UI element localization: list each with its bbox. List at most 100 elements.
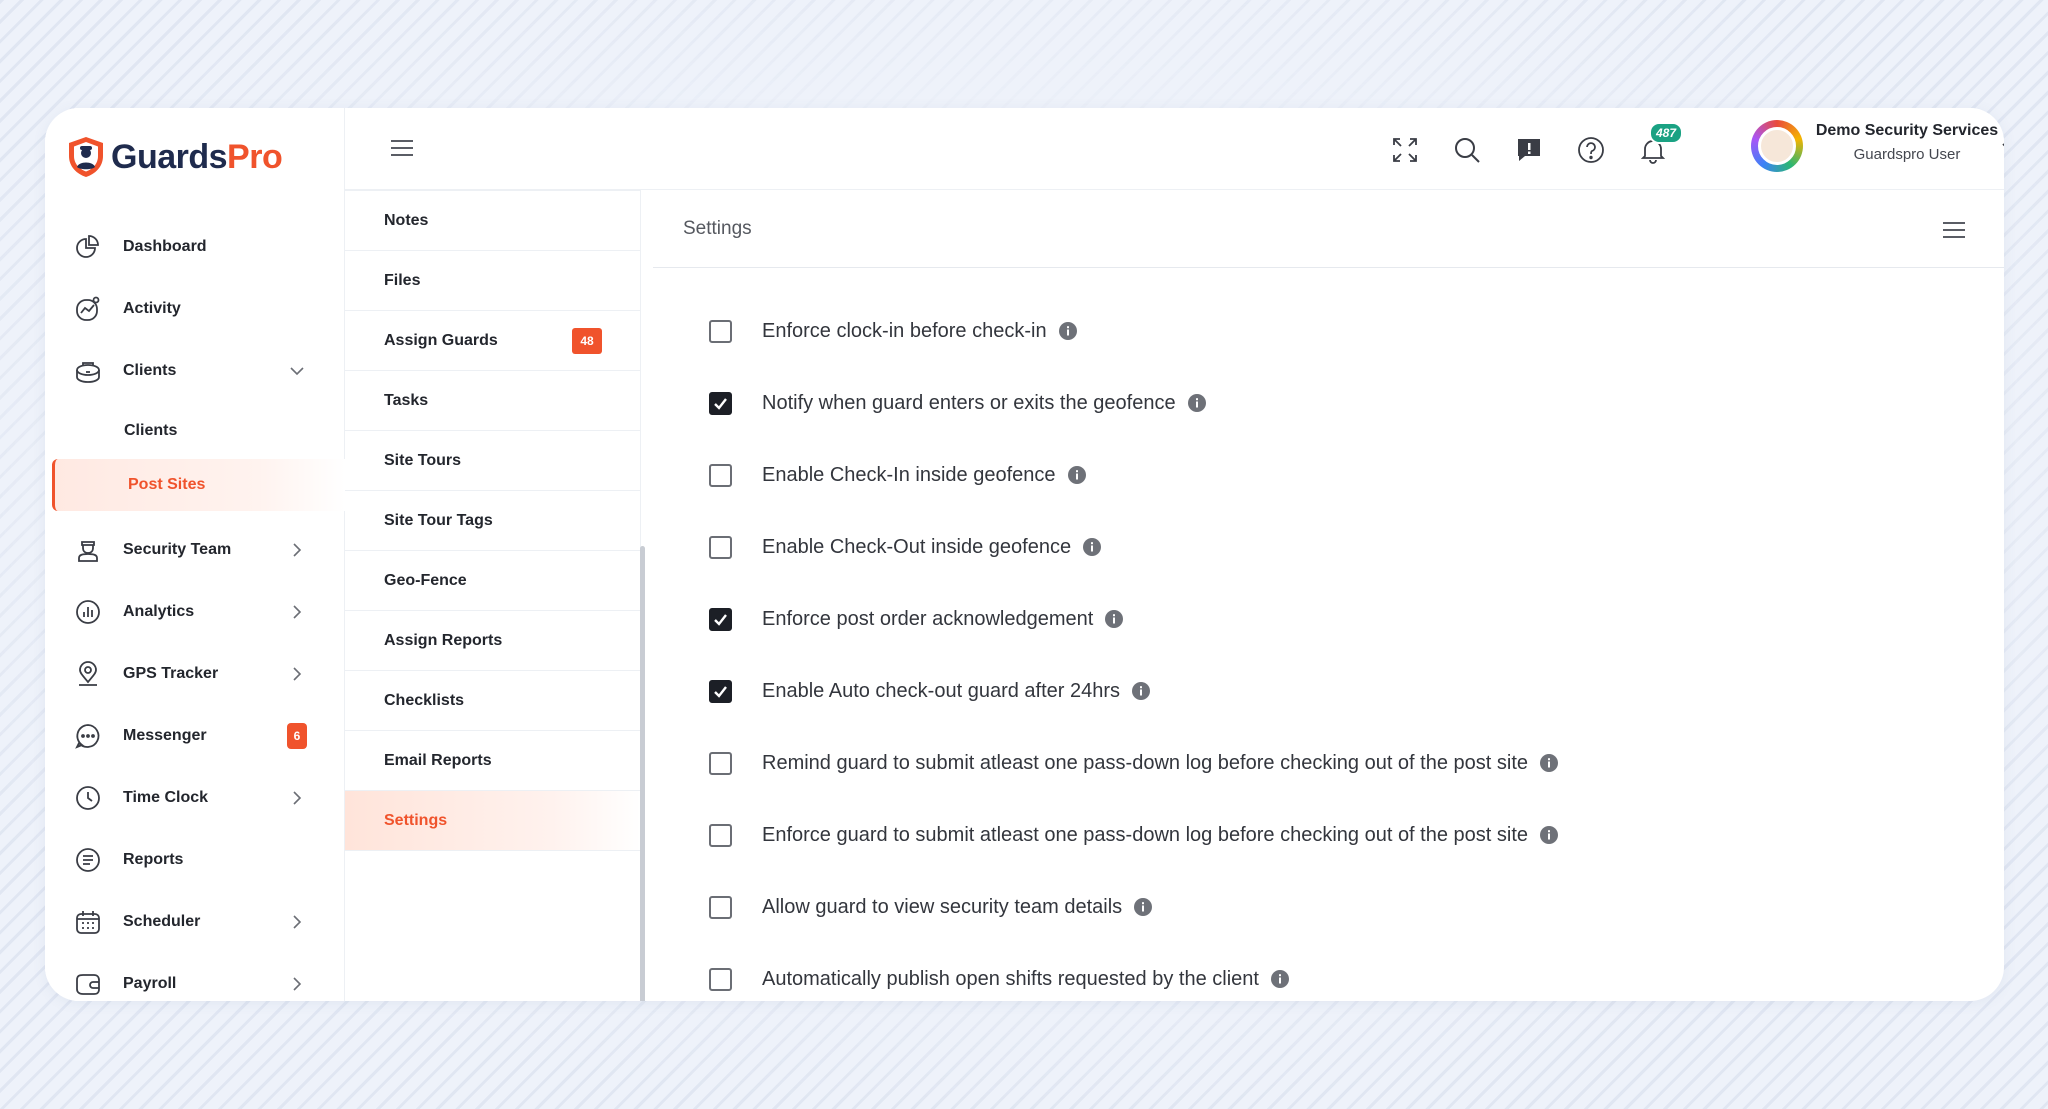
- avatar[interactable]: [1751, 120, 1803, 172]
- settings-header: Settings: [653, 190, 2004, 268]
- sidebar-item-gps-tracker[interactable]: GPS Tracker: [45, 643, 345, 705]
- info-icon[interactable]: [1058, 322, 1077, 340]
- sidebar-item-activity[interactable]: Activity: [45, 278, 345, 340]
- info-icon[interactable]: [1270, 970, 1289, 988]
- calendar-icon: [73, 907, 103, 937]
- setting-checkbox[interactable]: [709, 967, 732, 991]
- sidebar-item-reports[interactable]: Reports: [45, 829, 345, 891]
- sidebar-item-label: Messenger: [123, 727, 207, 744]
- info-icon[interactable]: [1134, 898, 1153, 916]
- guard-icon: [73, 535, 103, 565]
- sidebar-item-clients[interactable]: Clients: [45, 340, 345, 402]
- menu-icon[interactable]: [1942, 220, 1966, 240]
- info-icon[interactable]: [1083, 538, 1102, 556]
- sidebar-item-label: Reports: [123, 851, 184, 868]
- guard-shield-icon: [69, 137, 103, 177]
- subnav-item-geo-fence[interactable]: Geo-Fence: [345, 551, 641, 611]
- brand-name-part2: Pro: [227, 137, 283, 176]
- brand-logo[interactable]: GuardsPro: [67, 136, 283, 178]
- search-icon[interactable]: [1449, 132, 1485, 168]
- sidebar-item-messenger[interactable]: Messenger 6: [45, 705, 345, 767]
- page-title: Settings: [683, 218, 752, 239]
- sidebar-subitem-post-sites[interactable]: Post Sites: [52, 459, 345, 511]
- subnav-item-notes[interactable]: Notes: [345, 191, 641, 251]
- setting-row: Enforce post order acknowledgement: [653, 583, 2004, 655]
- setting-checkbox[interactable]: [709, 895, 732, 919]
- setting-checkbox-checked[interactable]: [709, 679, 732, 703]
- chevron-right-icon[interactable]: [288, 789, 306, 807]
- subnav-item-files[interactable]: Files: [345, 251, 641, 311]
- assign-guards-badge: 48: [572, 328, 602, 354]
- reports-icon: [73, 845, 103, 875]
- info-icon[interactable]: [1132, 682, 1151, 700]
- setting-label: Automatically publish open shifts reques…: [762, 967, 1259, 990]
- settings-panel: Settings Enforce clock-in before check-i…: [653, 190, 2004, 1001]
- info-icon[interactable]: [1540, 754, 1559, 772]
- subnav-item-settings[interactable]: Settings: [345, 791, 641, 851]
- sidebar-item-label: Clients: [123, 362, 177, 379]
- setting-checkbox[interactable]: [709, 463, 732, 487]
- user-menu[interactable]: Demo Security Services Guardspro User: [1811, 122, 2003, 163]
- setting-checkbox-checked[interactable]: [709, 607, 732, 631]
- app-window: GuardsPro Dashboard Activity Clients Cli…: [45, 108, 2004, 1001]
- subnav-scrollbar[interactable]: [640, 546, 645, 1001]
- subnav-item-label: Settings: [384, 811, 448, 829]
- help-icon[interactable]: [1573, 132, 1609, 168]
- chevron-down-icon[interactable]: [2000, 138, 2004, 156]
- setting-label: Notify when guard enters or exits the ge…: [762, 391, 1176, 414]
- user-company: Demo Security Services: [1815, 122, 1999, 139]
- chat-icon: [73, 721, 103, 751]
- info-icon[interactable]: [1187, 394, 1206, 412]
- sidebar-item-dashboard[interactable]: Dashboard: [45, 216, 345, 278]
- sidebar-item-payroll[interactable]: Payroll: [45, 953, 345, 1001]
- subnav-item-label: Notes: [384, 211, 429, 229]
- sidebar-item-label: Payroll: [123, 975, 177, 992]
- setting-row: Enable Auto check-out guard after 24hrs: [653, 655, 2004, 727]
- subnav-item-label: Assign Guards: [384, 331, 498, 349]
- setting-row: Enable Check-In inside geofence: [653, 439, 2004, 511]
- chevron-right-icon[interactable]: [288, 603, 306, 621]
- setting-label: Enforce guard to submit atleast one pass…: [762, 823, 1529, 846]
- topbar: 487 Demo Security Services Guardspro Use…: [345, 108, 2004, 190]
- sidebar-subitem-clients[interactable]: Clients: [45, 402, 345, 459]
- fullscreen-icon[interactable]: [1387, 132, 1423, 168]
- chevron-down-icon[interactable]: [288, 362, 306, 380]
- clock-icon: [73, 783, 103, 813]
- subnav-item-email-reports[interactable]: Email Reports: [345, 731, 641, 791]
- sidebar-item-scheduler[interactable]: Scheduler: [45, 891, 345, 953]
- sidebar-item-time-clock[interactable]: Time Clock: [45, 767, 345, 829]
- location-pin-icon: [73, 659, 103, 689]
- subnav-item-site-tour-tags[interactable]: Site Tour Tags: [345, 491, 641, 551]
- setting-row: Enforce guard to submit atleast one pass…: [653, 799, 2004, 871]
- setting-row: Notify when guard enters or exits the ge…: [653, 367, 2004, 439]
- info-icon[interactable]: [1067, 466, 1086, 484]
- chevron-right-icon[interactable]: [288, 913, 306, 931]
- info-icon[interactable]: [1105, 610, 1124, 628]
- subnav-item-checklists[interactable]: Checklists: [345, 671, 641, 731]
- notification-bell-icon[interactable]: 487: [1635, 122, 1684, 168]
- wallet-icon: [73, 969, 103, 999]
- subnav-item-assign-guards[interactable]: Assign Guards 48: [345, 311, 641, 371]
- activity-icon: [73, 294, 103, 324]
- subnav-item-assign-reports[interactable]: Assign Reports: [345, 611, 641, 671]
- setting-checkbox-checked[interactable]: [709, 391, 732, 415]
- chevron-right-icon[interactable]: [288, 975, 306, 993]
- info-icon[interactable]: [1540, 826, 1559, 844]
- setting-checkbox[interactable]: [709, 751, 732, 775]
- setting-checkbox[interactable]: [709, 823, 732, 847]
- setting-label: Enable Auto check-out guard after 24hrs: [762, 679, 1121, 702]
- chevron-right-icon[interactable]: [288, 665, 306, 683]
- subnav-item-tasks[interactable]: Tasks: [345, 371, 641, 431]
- sidebar-item-analytics[interactable]: Analytics: [45, 581, 345, 643]
- hamburger-menu-icon[interactable]: [389, 137, 415, 159]
- messenger-badge: 6: [287, 723, 307, 749]
- brand-name-part1: Guards: [111, 137, 228, 176]
- sidebar-item-security-team[interactable]: Security Team: [45, 519, 345, 581]
- setting-checkbox[interactable]: [709, 319, 732, 343]
- feedback-icon[interactable]: [1511, 132, 1547, 168]
- sidebar-item-label: Activity: [123, 300, 181, 317]
- setting-row: Remind guard to submit atleast one pass-…: [653, 727, 2004, 799]
- subnav-item-site-tours[interactable]: Site Tours: [345, 431, 641, 491]
- chevron-right-icon[interactable]: [288, 541, 306, 559]
- setting-checkbox[interactable]: [709, 535, 732, 559]
